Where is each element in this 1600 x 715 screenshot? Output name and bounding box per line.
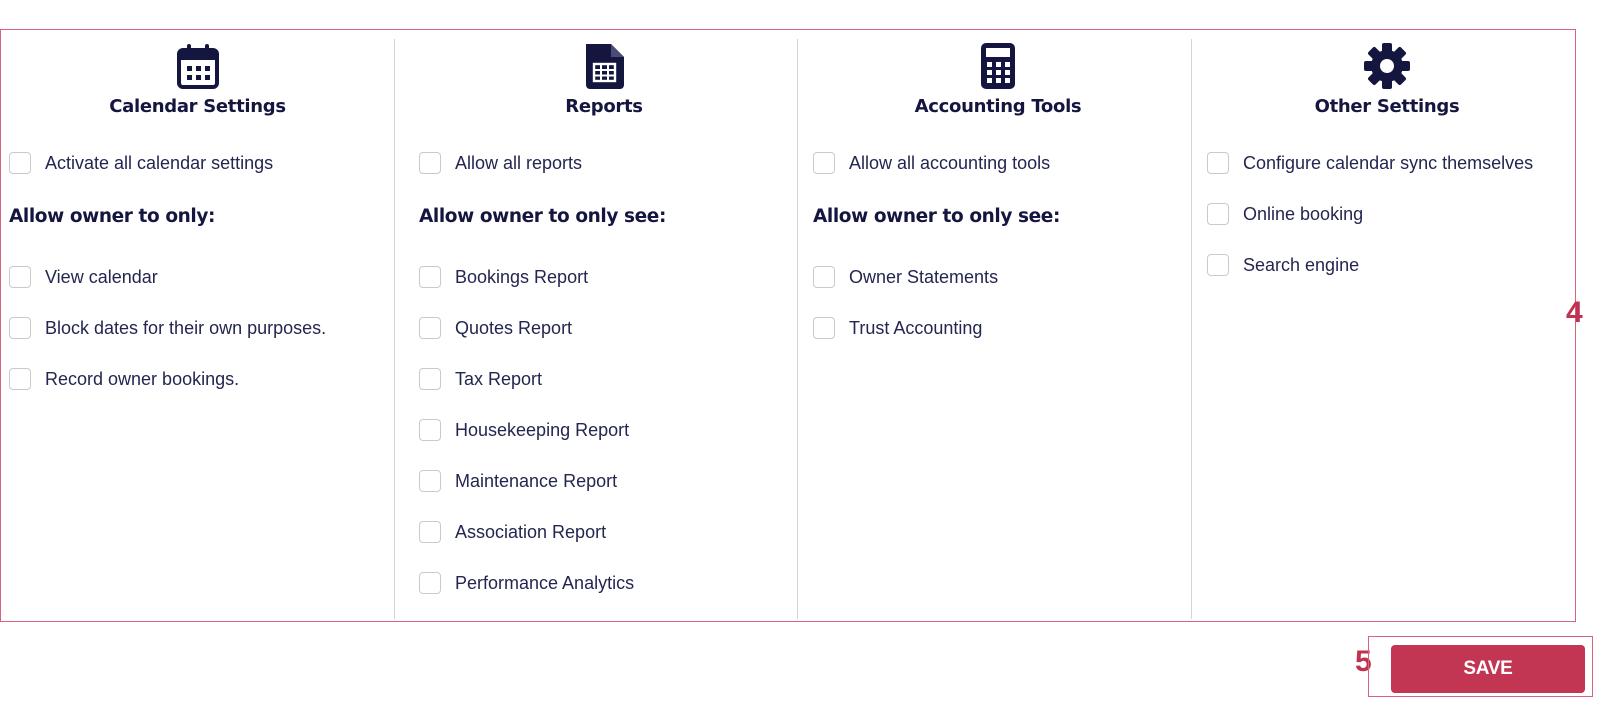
- association-report-checkbox[interactable]: [419, 521, 441, 543]
- other-settings-column: Other Settings Configure calendar sync t…: [1199, 39, 1575, 619]
- search-engine-checkbox[interactable]: [1207, 254, 1229, 276]
- option-label: Bookings Report: [455, 266, 589, 287]
- accounting-subheading: Allow owner to only see:: [813, 206, 1060, 227]
- option-label: Trust Accounting: [849, 317, 983, 338]
- report-file-icon: [580, 41, 628, 91]
- reports-title: Reports: [565, 96, 643, 117]
- option-label: Search engine: [1243, 254, 1360, 275]
- option-label: Allow all accounting tools: [849, 152, 1051, 173]
- housekeeping-report-option[interactable]: Housekeeping Report: [419, 417, 629, 443]
- option-label: Activate all calendar settings: [45, 152, 274, 173]
- other-settings-header: Other Settings: [1199, 39, 1575, 124]
- trust-accounting-checkbox[interactable]: [813, 317, 835, 339]
- housekeeping-report-checkbox[interactable]: [419, 419, 441, 441]
- performance-analytics-option[interactable]: Performance Analytics: [419, 570, 634, 596]
- activate-all-calendar-option[interactable]: Activate all calendar settings: [9, 150, 273, 176]
- online-booking-checkbox[interactable]: [1207, 203, 1229, 225]
- quotes-report-checkbox[interactable]: [419, 317, 441, 339]
- record-owner-bookings-checkbox[interactable]: [9, 368, 31, 390]
- record-owner-bookings-option[interactable]: Record owner bookings.: [9, 366, 239, 392]
- option-label: Quotes Report: [455, 317, 573, 338]
- maintenance-report-checkbox[interactable]: [419, 470, 441, 492]
- reports-column: Reports Allow all reports Allow owner to…: [411, 39, 798, 619]
- activate-all-calendar-checkbox[interactable]: [9, 152, 31, 174]
- option-label: Online booking: [1243, 203, 1364, 224]
- block-dates-option[interactable]: Block dates for their own purposes.: [9, 315, 326, 341]
- owner-statements-option[interactable]: Owner Statements: [813, 264, 998, 290]
- block-dates-checkbox[interactable]: [9, 317, 31, 339]
- reports-header: Reports: [411, 39, 797, 124]
- allow-all-accounting-option[interactable]: Allow all accounting tools: [813, 150, 1050, 176]
- option-label: Housekeeping Report: [455, 419, 630, 440]
- performance-analytics-checkbox[interactable]: [419, 572, 441, 594]
- option-label: Tax Report: [455, 368, 543, 389]
- calendar-settings-title: Calendar Settings: [109, 96, 286, 117]
- tax-report-checkbox[interactable]: [419, 368, 441, 390]
- calendar-icon: [174, 41, 222, 91]
- option-label: Performance Analytics: [455, 572, 635, 593]
- calendar-settings-column: Calendar Settings Activate all calendar …: [1, 39, 395, 619]
- calendar-sync-option[interactable]: Configure calendar sync themselves: [1207, 150, 1533, 176]
- online-booking-option[interactable]: Online booking: [1207, 201, 1363, 227]
- gear-icon: [1363, 41, 1411, 91]
- allow-all-reports-checkbox[interactable]: [419, 152, 441, 174]
- option-label: Configure calendar sync themselves: [1243, 152, 1534, 173]
- accounting-tools-header: Accounting Tools: [805, 39, 1191, 124]
- calendar-sync-checkbox[interactable]: [1207, 152, 1229, 174]
- option-label: Association Report: [455, 521, 607, 542]
- tax-report-option[interactable]: Tax Report: [419, 366, 542, 392]
- trust-accounting-option[interactable]: Trust Accounting: [813, 315, 982, 341]
- option-label: Record owner bookings.: [45, 368, 240, 389]
- option-label: Allow all reports: [455, 152, 583, 173]
- owner-statements-checkbox[interactable]: [813, 266, 835, 288]
- search-engine-option[interactable]: Search engine: [1207, 252, 1359, 278]
- step-marker-4: 4: [1566, 296, 1583, 329]
- option-label: Block dates for their own purposes.: [45, 317, 327, 338]
- allow-all-accounting-checkbox[interactable]: [813, 152, 835, 174]
- quotes-report-option[interactable]: Quotes Report: [419, 315, 572, 341]
- allow-all-reports-option[interactable]: Allow all reports: [419, 150, 582, 176]
- bookings-report-option[interactable]: Bookings Report: [419, 264, 588, 290]
- maintenance-report-option[interactable]: Maintenance Report: [419, 468, 617, 494]
- option-label: View calendar: [45, 266, 158, 287]
- option-label: Owner Statements: [849, 266, 999, 287]
- view-calendar-option[interactable]: View calendar: [9, 264, 158, 290]
- owner-permissions-panel: Calendar Settings Activate all calendar …: [0, 29, 1576, 622]
- bookings-report-checkbox[interactable]: [419, 266, 441, 288]
- save-button[interactable]: SAVE: [1391, 645, 1585, 693]
- accounting-tools-title: Accounting Tools: [914, 96, 1082, 117]
- reports-subheading: Allow owner to only see:: [419, 206, 666, 227]
- calendar-subheading: Allow owner to only:: [9, 206, 215, 227]
- view-calendar-checkbox[interactable]: [9, 266, 31, 288]
- calculator-icon: [974, 41, 1022, 91]
- calendar-settings-header: Calendar Settings: [1, 39, 394, 124]
- other-settings-title: Other Settings: [1314, 96, 1460, 117]
- option-label: Maintenance Report: [455, 470, 618, 491]
- association-report-option[interactable]: Association Report: [419, 519, 606, 545]
- accounting-tools-column: Accounting Tools Allow all accounting to…: [805, 39, 1192, 619]
